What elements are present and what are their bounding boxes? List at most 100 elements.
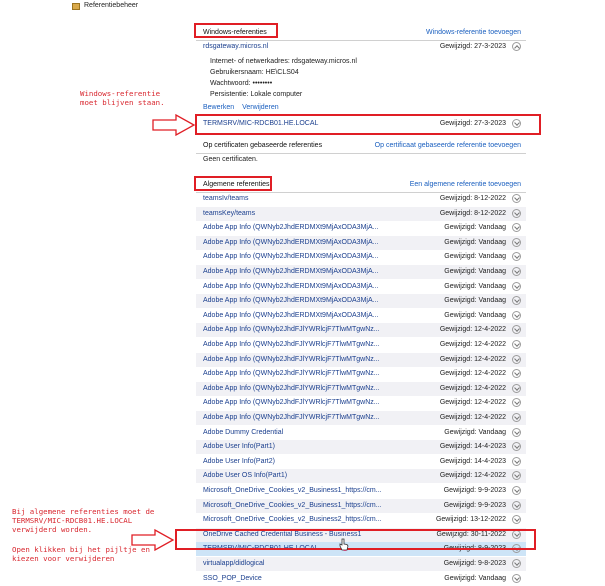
credential-modified: Gewijzigd: Vandaag <box>444 428 506 436</box>
general-credential-row[interactable]: Adobe App Info (QWNyb2JhdERDMXt9MjAxODA3… <box>196 221 526 235</box>
credential-manager-icon <box>72 3 80 10</box>
chevron-down-icon[interactable] <box>512 281 521 291</box>
credential-modified: Gewijzigd: 9-8-2023 <box>443 560 506 567</box>
credential-modified: Gewijzigd: Vandaag <box>444 574 506 582</box>
chevron-down-icon[interactable] <box>512 515 521 525</box>
credential-modified: Gewijzigd: 8-12-2022 <box>439 209 506 217</box>
general-credential-row[interactable]: Adobe User OS Info(Part1) Gewijzigd: 12-4… <box>196 469 526 484</box>
chevron-down-icon[interactable] <box>512 442 521 452</box>
annotation-box-general-heading <box>194 176 272 191</box>
annotation-note-keep: Windows-referentie moet blijven staan. <box>80 89 165 107</box>
credential-name: Adobe User Info(Part1) <box>203 443 275 451</box>
chevron-down-icon[interactable] <box>512 296 521 306</box>
credential-modified: Gewijzigd: Vandaag <box>444 224 506 232</box>
credential-modified: Gewijzigd: Vandaag <box>444 311 506 319</box>
general-credential-row[interactable]: Microsoft_OneDrive_Cookies_v2_Business1_… <box>196 498 526 513</box>
window-titlebar: Referentiebeheer <box>0 0 605 14</box>
credential-name: Microsoft_OneDrive_Cookies_v2_Business1_… <box>203 501 382 509</box>
credential-name: teamsKey/teams <box>203 209 256 217</box>
chevron-down-icon[interactable] <box>512 354 521 364</box>
credential-name: Adobe App Info (QWNyb2JhdERDMXt9MjAxODA3… <box>203 311 379 319</box>
credential-panel: Windows-referenties Windows-referentie t… <box>196 18 530 583</box>
credential-modified: Gewijzigd: Vandaag <box>444 268 506 275</box>
chevron-down-icon[interactable] <box>512 267 521 276</box>
credential-modified: Gewijzigd: 12-4-2022 <box>439 341 506 348</box>
general-credential-row[interactable]: Adobe User Info(Part1) Gewijzigd: 14-4-20… <box>196 440 526 455</box>
annotation-box-windows-termsrv <box>195 114 541 135</box>
chevron-down-icon[interactable] <box>512 208 521 218</box>
credential-modified: Gewijzigd: Vandaag <box>444 297 506 305</box>
annotation-box-windows-heading <box>194 23 278 38</box>
general-credential-row[interactable]: Adobe App Info (QWNyb2JhdERDMXt9MjAxODA3… <box>196 235 526 250</box>
credential-address: Internet- of netwerkadres: rdsgateway.mi… <box>210 58 357 65</box>
general-credential-row[interactable]: Adobe App Info (QWNyb2JhdERDMXt9MjAxODA3… <box>196 280 526 294</box>
general-credential-row[interactable]: Adobe App Info (QWNyb2JhdERDMXt9MjAxODA3… <box>196 250 526 264</box>
chevron-down-icon[interactable] <box>512 252 521 262</box>
chevron-down-icon[interactable] <box>512 486 521 495</box>
hand-cursor-icon <box>339 538 349 551</box>
remove-credential-link[interactable]: Verwijderen <box>242 104 279 111</box>
credential-actions: Bewerken Verwijderen <box>203 104 285 111</box>
chevron-down-icon[interactable] <box>512 194 521 203</box>
general-credential-row[interactable]: SSO_POP_Device Gewijzigd: Vandaag <box>196 572 526 586</box>
chevron-down-icon[interactable] <box>512 340 521 349</box>
general-credential-row[interactable]: Adobe App Info (QWNyb2JhdFJlYWRlcjF7TlwM… <box>196 396 526 410</box>
general-credential-row[interactable]: Adobe App Info (QWNyb2JhdFJlYWRlcjF7TlwM… <box>196 367 526 381</box>
credential-name: rdsgateway.micros.nl <box>203 43 269 50</box>
annotation-box-general-termsrv <box>175 529 536 550</box>
credential-persistence: Persistentie: Lokale computer <box>210 91 303 98</box>
add-windows-credential-link[interactable]: Windows-referentie toevoegen <box>426 29 521 36</box>
credential-name: Adobe App Info (QWNyb2JhdERDMXt9MjAxODA3… <box>203 238 379 246</box>
general-credential-row[interactable]: Adobe User Info(Part2) Gewijzigd: 14-4-20… <box>196 455 526 469</box>
windows-credential-row-expanded[interactable]: rdsgateway.micros.nl Gewijzigd: 27-3-202… <box>196 40 526 54</box>
general-credential-row[interactable]: Microsoft_OneDrive_Cookies_v2_Business1_… <box>196 484 526 498</box>
general-credential-row[interactable]: Adobe Dummy Credential Gewijzigd: Vandaag <box>196 426 526 440</box>
annotation-note-remove: Bij algemene referenties moet de TERMSRV… <box>12 507 155 534</box>
general-credential-row[interactable]: Adobe App Info (QWNyb2JhdERDMXt9MjAxODA3… <box>196 309 526 323</box>
general-credential-row[interactable]: Adobe App Info (QWNyb2JhdFJlYWRlcjF7TlwM… <box>196 381 526 396</box>
credential-modified: Gewijzigd: 8-12-2022 <box>439 195 506 202</box>
chevron-down-icon[interactable] <box>512 427 521 437</box>
general-credential-row[interactable]: Adobe App Info (QWNyb2JhdERDMXt9MjAxODA3… <box>196 265 526 279</box>
chevron-down-icon[interactable] <box>512 310 521 320</box>
general-credential-row[interactable]: teamsKey/teams Gewijzigd: 8-12-2022 <box>196 206 526 221</box>
general-credential-row[interactable]: Adobe App Info (QWNyb2JhdFJlYWRlcjF7TlwM… <box>196 411 526 425</box>
credential-modified: Gewijzigd: 12-4-2022 <box>439 326 506 334</box>
divider <box>196 153 526 154</box>
credential-name: Adobe App Info (QWNyb2JhdFJlYWRlcjF7TlwM… <box>203 414 380 421</box>
credential-modified: Gewijzigd: Vandaag <box>444 238 506 246</box>
chevron-down-icon[interactable] <box>512 398 521 408</box>
chevron-up-icon[interactable] <box>512 42 521 51</box>
chevron-down-icon[interactable] <box>512 413 521 422</box>
credential-name: Adobe App Info (QWNyb2JhdERDMXt9MjAxODA3… <box>203 253 379 261</box>
credential-name: Adobe App Info (QWNyb2JhdFJlYWRlcjF7TlwM… <box>203 399 380 407</box>
edit-credential-link[interactable]: Bewerken <box>203 104 234 111</box>
annotation-note-instructions: Open klikken bij het pijltje en kiezen v… <box>12 545 150 563</box>
chevron-down-icon[interactable] <box>512 369 521 379</box>
credential-modified: Gewijzigd: Vandaag <box>444 282 506 290</box>
credential-modified: Gewijzigd: Vandaag <box>444 253 506 261</box>
general-credential-row[interactable]: Adobe App Info (QWNyb2JhdFJlYWRlcjF7TlwM… <box>196 323 526 338</box>
credential-name: Adobe User Info(Part2) <box>203 457 275 465</box>
general-credential-row[interactable]: virtualapp/didlogical Gewijzigd: 9-8-2023 <box>196 557 526 571</box>
general-credential-row[interactable]: teamsIv/teams Gewijzigd: 8-12-2022 <box>196 192 526 206</box>
chevron-down-icon[interactable] <box>512 471 521 481</box>
general-credential-row[interactable]: Adobe App Info (QWNyb2JhdERDMXt9MjAxODA3… <box>196 294 526 309</box>
general-credential-row[interactable]: Adobe App Info (QWNyb2JhdFJlYWRlcjF7TlwM… <box>196 338 526 352</box>
chevron-down-icon[interactable] <box>512 237 521 247</box>
credential-name: Adobe Dummy Credential <box>203 428 284 436</box>
chevron-down-icon[interactable] <box>512 383 521 393</box>
chevron-down-icon[interactable] <box>512 500 521 510</box>
credential-name: SSO_POP_Device <box>203 574 262 582</box>
general-credential-row[interactable]: Adobe App Info (QWNyb2JhdFJlYWRlcjF7TlwM… <box>196 352 526 367</box>
chevron-down-icon[interactable] <box>512 325 521 335</box>
credential-name: Adobe App Info (QWNyb2JhdERDMXt9MjAxODA3… <box>203 297 379 305</box>
add-certificate-credential-link[interactable]: Op certificaat gebaseerde referentie toe… <box>375 142 521 149</box>
general-credential-row[interactable]: Microsoft_OneDrive_Cookies_v2_Business2_… <box>196 513 526 527</box>
credential-username: Gebruikersnaam: HE\CLS04 <box>210 69 299 76</box>
chevron-down-icon[interactable] <box>512 223 521 233</box>
credential-modified: Gewijzigd: 12-4-2022 <box>439 399 506 407</box>
chevron-down-icon[interactable] <box>512 573 521 583</box>
add-general-credential-link[interactable]: Een algemene referentie toevoegen <box>410 181 521 188</box>
chevron-down-icon[interactable] <box>512 456 521 466</box>
